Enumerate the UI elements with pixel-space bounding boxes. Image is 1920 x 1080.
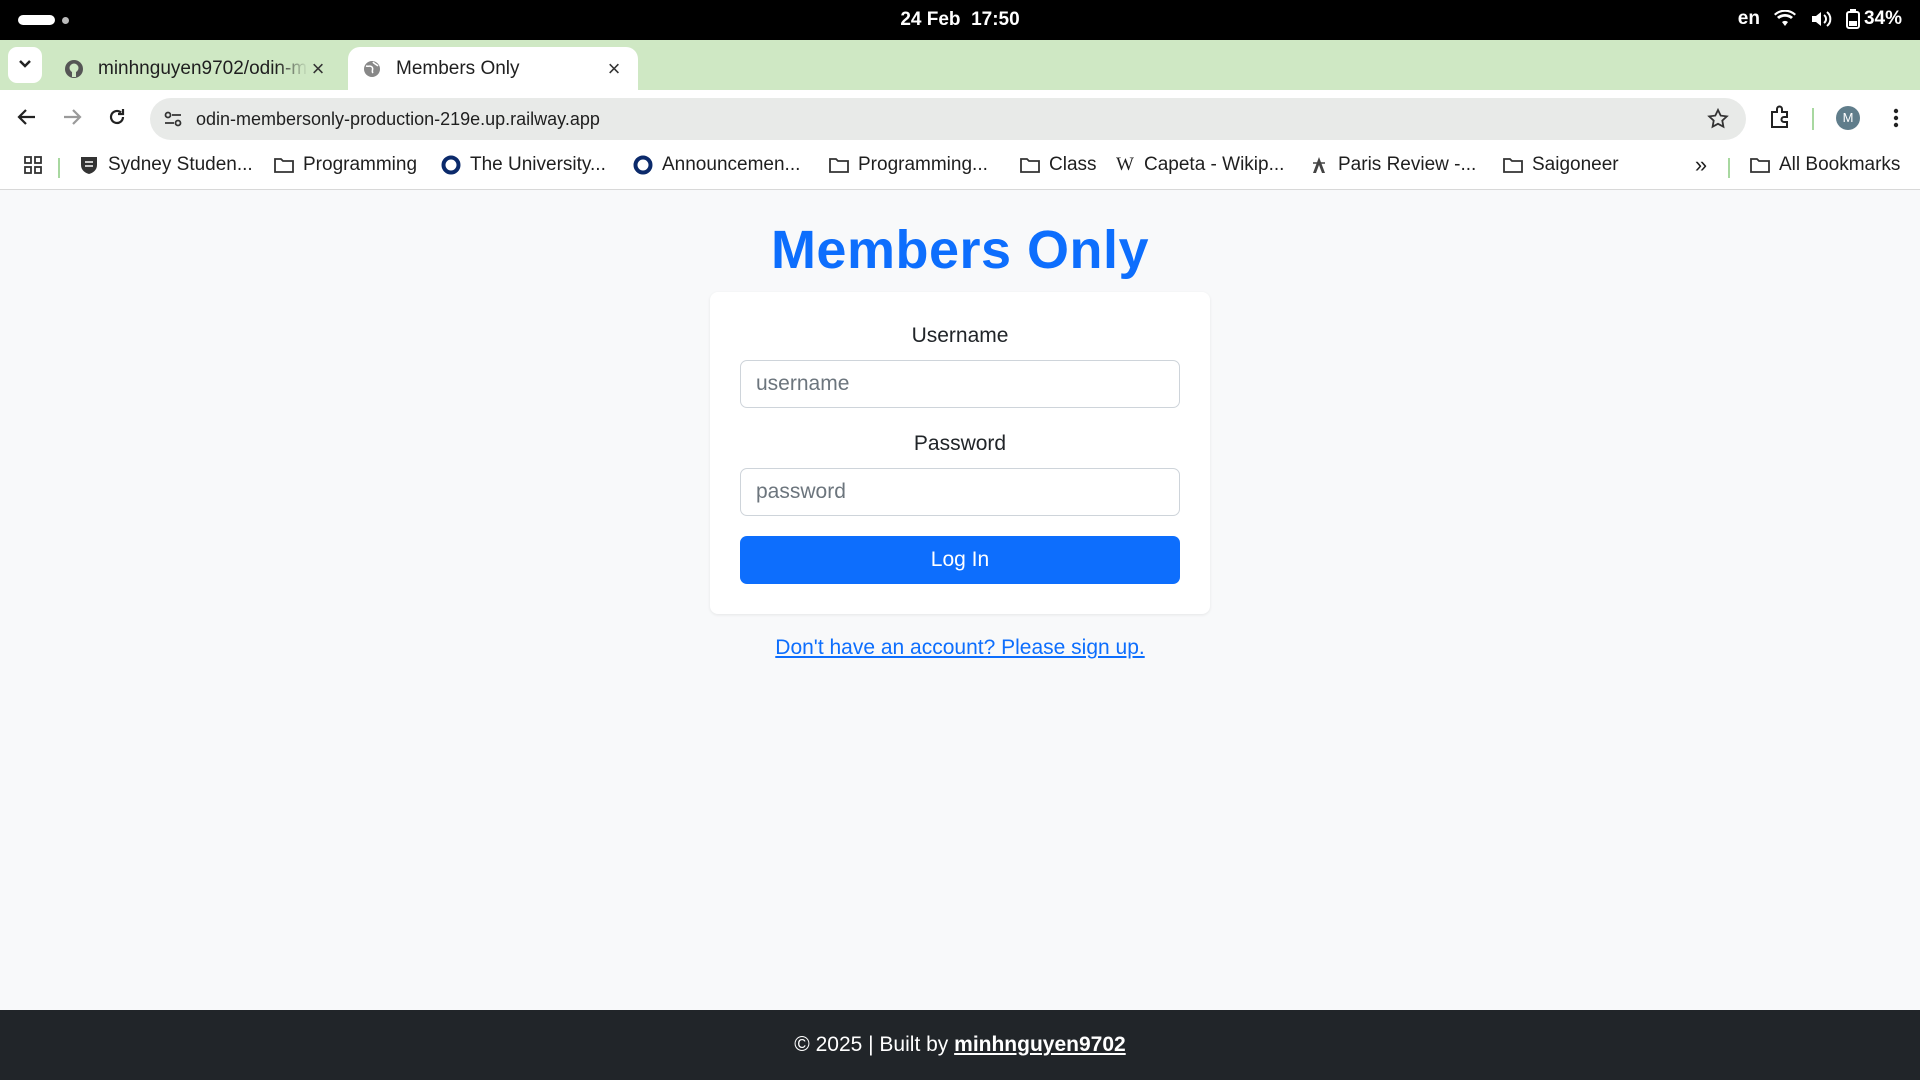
- folder-icon: [1502, 154, 1524, 176]
- tab-title: Members Only: [396, 57, 520, 79]
- login-button[interactable]: Log In: [740, 536, 1180, 584]
- wikipedia-icon: W: [1116, 154, 1134, 175]
- ring-icon: [632, 154, 654, 176]
- double-chevron-right-icon: »: [1694, 152, 1708, 177]
- tab-members-only[interactable]: Members Only ×: [348, 47, 638, 90]
- menu-kebab-icon[interactable]: [1884, 106, 1908, 130]
- apps-grid-icon: [22, 154, 44, 176]
- folder-icon: [1749, 154, 1771, 176]
- reload-icon: [107, 107, 127, 132]
- page-title: Members Only: [770, 220, 1150, 280]
- bookmark-folder[interactable]: Programming: [273, 154, 417, 176]
- battery-level: 34%: [1863, 8, 1902, 29]
- tab-github[interactable]: minhnguyen9702/odin-m ×: [50, 47, 342, 90]
- bookmark-divider: [1728, 158, 1730, 178]
- footer-text: © 2025 | Built by: [794, 1033, 955, 1056]
- chevron-down-icon: [18, 56, 32, 74]
- arrow-left-icon: [17, 108, 37, 131]
- username-input[interactable]: [740, 360, 1180, 408]
- crest-icon: [78, 154, 100, 176]
- url-text[interactable]: odin-membersonly-production-219e.up.rail…: [196, 109, 600, 130]
- close-tab-icon[interactable]: ×: [604, 56, 624, 82]
- folder-icon: [273, 154, 295, 176]
- bookmark-divider: [58, 158, 60, 178]
- bookmark-label: Class: [1049, 154, 1097, 175]
- wifi-icon[interactable]: [1773, 10, 1796, 28]
- author-link[interactable]: minhnguyen9702: [954, 1033, 1126, 1056]
- bookmark-star-icon[interactable]: [1706, 107, 1730, 136]
- bookmark-label: Saigoneer: [1532, 154, 1619, 175]
- toolbar-divider: [1812, 108, 1814, 130]
- bookmarks-bar: Sydney Studen... Programming The Univers…: [0, 148, 1920, 190]
- bookmark-label: Programming...: [858, 154, 988, 175]
- profile-avatar[interactable]: M: [1836, 106, 1860, 130]
- all-bookmarks-button[interactable]: All Bookmarks: [1749, 154, 1900, 176]
- bookmark-item[interactable]: Announcemen...: [632, 154, 800, 176]
- paris-review-icon: [1308, 154, 1330, 176]
- password-label: Password: [913, 432, 1007, 455]
- browser-toolbar: odin-membersonly-production-219e.up.rail…: [0, 90, 1920, 148]
- folder-icon: [828, 154, 850, 176]
- tab-strip: minhnguyen9702/odin-m × Members Only × +…: [0, 40, 1920, 118]
- bookmark-label: Paris Review -...: [1338, 154, 1477, 175]
- bookmark-label: The University...: [470, 154, 606, 175]
- bookmark-folder[interactable]: Programming...: [828, 154, 988, 176]
- tab-search-button[interactable]: [8, 47, 42, 83]
- close-tab-icon[interactable]: ×: [308, 56, 328, 82]
- reload-button[interactable]: [102, 104, 132, 134]
- battery-icon[interactable]: [1845, 9, 1860, 29]
- ring-icon: [440, 154, 462, 176]
- os-status-bar: 24 Feb 17:50 en 34%: [0, 0, 1920, 40]
- bookmark-item[interactable]: Paris Review -...: [1308, 154, 1476, 176]
- time: 17:50: [971, 9, 1020, 30]
- date: 24 Feb: [900, 9, 961, 30]
- keyboard-layout[interactable]: en: [1738, 8, 1760, 30]
- site-info-icon[interactable]: [162, 108, 184, 130]
- tab-title: minhnguyen9702/odin-m: [98, 57, 308, 79]
- bookmark-label: Programming: [303, 154, 418, 175]
- address-bar[interactable]: odin-membersonly-production-219e.up.rail…: [150, 98, 1746, 140]
- bookmark-label: Announcemen...: [662, 154, 801, 175]
- arrow-right-icon: [62, 108, 82, 131]
- forward-button[interactable]: [57, 104, 87, 134]
- username-label: Username: [911, 324, 1009, 347]
- password-input[interactable]: [740, 468, 1180, 516]
- volume-icon[interactable]: [1810, 10, 1832, 28]
- more-bookmarks-button[interactable]: »: [1690, 152, 1720, 177]
- apps-button[interactable]: [22, 154, 52, 176]
- bookmark-folder[interactable]: Class: [1019, 154, 1097, 176]
- bookmark-item[interactable]: The University...: [440, 154, 606, 176]
- bookmark-folder[interactable]: Saigoneer: [1502, 154, 1619, 176]
- extensions-icon[interactable]: [1768, 104, 1794, 135]
- back-button[interactable]: [12, 104, 42, 134]
- globe-icon: [362, 59, 382, 79]
- page-footer: © 2025 | Built by minhnguyen9702: [0, 1010, 1920, 1080]
- bookmark-label: All Bookmarks: [1779, 154, 1901, 175]
- bookmark-item[interactable]: W Capeta - Wikip...: [1114, 154, 1284, 176]
- signup-prompt: Don't have an account? Please sign up.: [0, 636, 1920, 660]
- login-card: Username Password Log In: [710, 292, 1210, 614]
- folder-icon: [1019, 154, 1041, 176]
- signup-link[interactable]: Don't have an account? Please sign up.: [775, 636, 1144, 659]
- github-icon: [64, 59, 84, 79]
- bookmark-label: Sydney Studen...: [108, 154, 253, 175]
- bookmark-label: Capeta - Wikip...: [1144, 154, 1285, 175]
- bookmark-item[interactable]: Sydney Studen...: [78, 154, 253, 176]
- clock[interactable]: 24 Feb 17:50: [0, 9, 1920, 31]
